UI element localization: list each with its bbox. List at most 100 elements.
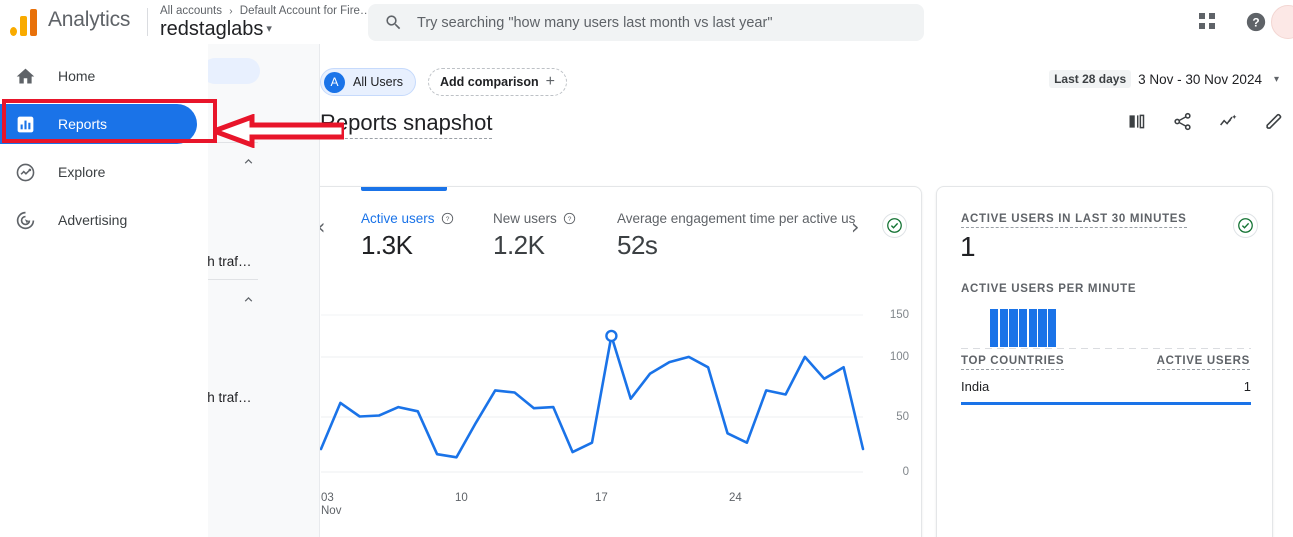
active-users-line-chart: 150 100 50 0 03 Nov 10 17 24 [307, 287, 922, 537]
search-input[interactable]: Try searching "how many users last month… [368, 4, 924, 41]
x-axis-tick: 17 [595, 492, 608, 504]
subnav-item-1[interactable]: rch traf… [208, 254, 252, 269]
x-axis-tick: 24 [729, 492, 742, 504]
avatar[interactable] [1271, 5, 1293, 39]
sidebar-item-label: Reports [58, 116, 107, 132]
realtime-per-minute-label: ACTIVE USERS PER MINUTE [961, 283, 1136, 297]
date-range-text: 3 Nov - 30 Nov 2024 [1138, 72, 1262, 87]
country-name: India [961, 379, 989, 394]
breadcrumb-separator-icon: › [229, 6, 232, 17]
metric-value: 1.2K [493, 230, 576, 261]
y-axis-tick: 50 [896, 411, 909, 423]
sidebar-item-reports[interactable]: Reports [0, 104, 197, 144]
x-axis-tick: 10 [455, 492, 468, 504]
active-users-per-minute-bar-chart [961, 309, 1251, 347]
metric-active-users[interactable]: Active users ? 1.3K [361, 211, 454, 261]
page-tools [1125, 110, 1285, 132]
check-circle-icon[interactable] [1233, 213, 1258, 238]
chevron-up-icon[interactable] [241, 292, 256, 310]
row-progress-bar [961, 402, 1251, 405]
x-axis-month-label: Nov [321, 505, 341, 517]
bar-chart-bar [1048, 309, 1056, 347]
property-name: redstaglabs [160, 18, 263, 40]
x-axis-tick: 03 [321, 492, 334, 504]
subnav-divider-1 [208, 142, 258, 143]
page-title: Reports snapshot [320, 110, 492, 139]
add-comparison-label: Add comparison [440, 75, 539, 89]
property-selector[interactable]: redstaglabs▾ [160, 18, 272, 41]
y-axis-tick: 0 [903, 466, 909, 478]
bar-chart-bar [1038, 309, 1046, 347]
primary-sidebar: Home Reports Explore Advertising [0, 44, 208, 537]
metric-value: 1.3K [361, 230, 454, 261]
breadcrumb-all-accounts[interactable]: All accounts [160, 5, 222, 17]
bar-chart-bar [1019, 309, 1027, 347]
main-content: A All Users Add comparison + Last 28 day… [320, 44, 1293, 537]
secondary-nav-panel: rch traf… rch traf… [208, 44, 320, 537]
insights-icon[interactable] [1217, 110, 1239, 132]
realtime-title: ACTIVE USERS IN LAST 30 MINUTES [961, 213, 1187, 228]
top-countries-header: TOP COUNTRIES [961, 355, 1064, 370]
explore-compass-icon [12, 160, 38, 184]
all-users-label: All Users [353, 75, 403, 89]
google-analytics-logo [10, 8, 40, 36]
metric-new-users[interactable]: New users ? 1.2K [493, 211, 576, 261]
breadcrumb[interactable]: All accounts › Default Account for Fire… [160, 5, 371, 17]
sidebar-item-home[interactable]: Home [0, 56, 197, 96]
sidebar-item-explore[interactable]: Explore [0, 152, 197, 192]
bar-chart-baseline [961, 348, 1251, 349]
share-icon[interactable] [1171, 110, 1193, 132]
y-axis-tick: 100 [890, 351, 909, 363]
brand-divider [147, 8, 148, 36]
metric-label: Active users [361, 211, 435, 226]
subnav-divider-2 [208, 279, 258, 280]
metric-row: Active users ? 1.3K New users ? 1.2K [307, 211, 921, 277]
svg-text:?: ? [445, 216, 449, 223]
svg-text:?: ? [567, 216, 571, 223]
table-row: India 1 [961, 379, 1251, 394]
edit-pencil-icon[interactable] [1263, 110, 1285, 132]
bar-chart-bar [1009, 309, 1017, 347]
active-metric-tab-indicator [361, 187, 447, 191]
metric-label: Average engagement time per active us [617, 211, 855, 226]
svg-text:?: ? [1252, 16, 1259, 30]
search-placeholder-text: Try searching "how many users last month… [417, 15, 772, 31]
subnav-edge-divider [319, 44, 320, 537]
line-chart-svg [307, 287, 922, 537]
bar-chart-bar [1000, 309, 1008, 347]
all-users-avatar: A [324, 72, 345, 93]
chevron-down-icon: ▾ [1274, 74, 1279, 85]
check-circle-icon[interactable] [882, 213, 907, 238]
home-icon [12, 64, 38, 88]
subnav-selected-pill [208, 58, 260, 84]
brand-title: Analytics [48, 8, 130, 32]
metric-avg-engagement-time[interactable]: Average engagement time per active us 52… [617, 211, 855, 261]
active-users-column-header: ACTIVE USERS [1157, 355, 1250, 370]
sidebar-item-label: Explore [58, 164, 105, 180]
breadcrumb-account[interactable]: Default Account for Fire… [240, 5, 372, 17]
apps-grid-icon[interactable] [1199, 13, 1217, 31]
metric-label: New users [493, 211, 557, 226]
top-app-bar: Analytics All accounts › Default Account… [0, 0, 1293, 44]
chevron-up-icon[interactable] [241, 154, 256, 172]
realtime-card: ACTIVE USERS IN LAST 30 MINUTES 1 ACTIVE… [936, 186, 1273, 537]
topbar-actions: ? [1199, 0, 1293, 44]
date-range-badge: Last 28 days [1049, 70, 1131, 88]
realtime-active-users-value: 1 [960, 231, 976, 263]
add-comparison-button[interactable]: Add comparison + [428, 68, 567, 96]
date-range-selector[interactable]: Last 28 days 3 Nov - 30 Nov 2024 ▾ [1049, 70, 1279, 88]
sidebar-item-advertising[interactable]: Advertising [0, 200, 197, 240]
search-icon [384, 13, 403, 32]
help-circle-icon[interactable]: ? [1245, 11, 1267, 33]
country-active-users: 1 [1244, 379, 1251, 394]
chevron-down-icon: ▾ [266, 23, 272, 35]
bar-chart-bar [1029, 309, 1037, 347]
all-users-chip[interactable]: A All Users [320, 68, 416, 96]
help-icon[interactable]: ? [563, 212, 576, 225]
bar-chart-bar [990, 309, 998, 347]
subnav-item-2[interactable]: rch traf… [208, 390, 252, 405]
compare-view-icon[interactable] [1125, 110, 1147, 132]
overview-card: ‹ › Active users ? 1.3K New users [306, 186, 922, 537]
help-icon[interactable]: ? [441, 212, 454, 225]
metric-value: 52s [617, 230, 855, 261]
